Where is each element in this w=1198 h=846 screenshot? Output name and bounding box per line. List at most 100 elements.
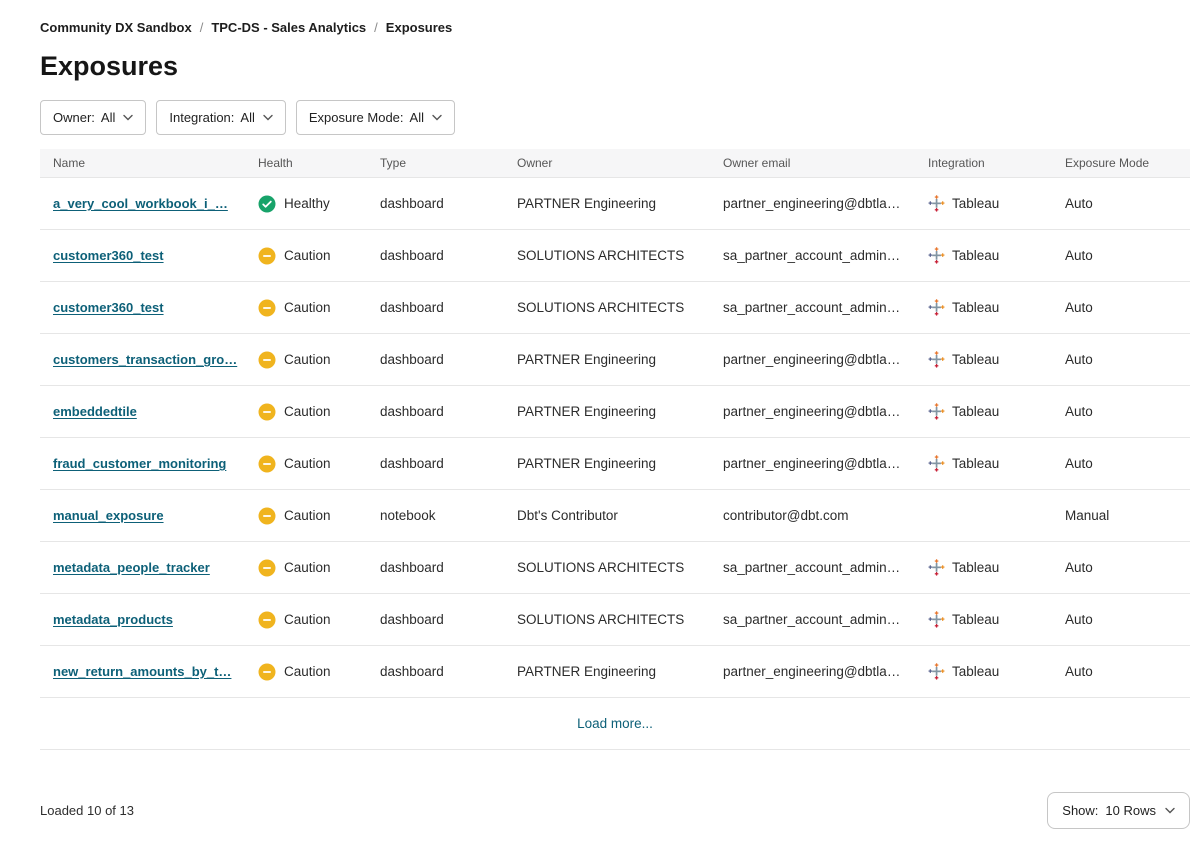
owner-cell: PARTNER Engineering [504, 404, 710, 419]
health-cell: Healthy [245, 195, 367, 213]
name-cell: embeddedtile [40, 404, 245, 419]
type-cell: dashboard [367, 560, 504, 575]
breadcrumb-separator: / [374, 20, 378, 35]
integration-cell: Tableau [915, 455, 1052, 472]
exposure-name-link[interactable]: embeddedtile [53, 404, 137, 419]
name-cell: new_return_amounts_by_t… [40, 664, 245, 679]
filter-value: All [101, 110, 115, 125]
type-cell: dashboard [367, 664, 504, 679]
health-cell: Caution [245, 299, 367, 317]
table-body: a_very_cool_workbook_i_… Healthy dashboa… [40, 178, 1190, 698]
exposure-mode-filter-dropdown[interactable]: Exposure Mode: All [296, 100, 455, 135]
table-row: embeddedtile Caution dashboard PARTNER E… [40, 386, 1190, 438]
exposure-name-link[interactable]: customers_transaction_gro… [53, 352, 237, 367]
name-cell: fraud_customer_monitoring [40, 456, 245, 471]
health-status-icon [258, 507, 276, 525]
owner-email-cell: sa_partner_account_admin… [710, 612, 915, 627]
health-label: Healthy [284, 196, 330, 211]
exposure-mode-cell: Auto [1052, 560, 1190, 575]
exposure-name-link[interactable]: metadata_products [53, 612, 173, 627]
chevron-down-icon [263, 114, 273, 121]
name-cell: customer360_test [40, 248, 245, 263]
health-status-icon [258, 403, 276, 421]
health-cell: Caution [245, 403, 367, 421]
health-cell: Caution [245, 559, 367, 577]
table-header-row: Name Health Type Owner Owner email Integ… [40, 149, 1190, 178]
exposure-name-link[interactable]: manual_exposure [53, 508, 164, 523]
exposures-table: Name Health Type Owner Owner email Integ… [40, 149, 1190, 750]
integration-label: Tableau [952, 352, 999, 367]
exposure-mode-cell: Auto [1052, 456, 1190, 471]
name-cell: a_very_cool_workbook_i_… [40, 196, 245, 211]
table-row: customers_transaction_gro… Caution dashb… [40, 334, 1190, 386]
health-label: Caution [284, 248, 331, 263]
owner-cell: PARTNER Engineering [504, 664, 710, 679]
integration-label: Tableau [952, 664, 999, 679]
exposure-name-link[interactable]: metadata_people_tracker [53, 560, 210, 575]
health-status-icon [258, 559, 276, 577]
table-row: a_very_cool_workbook_i_… Healthy dashboa… [40, 178, 1190, 230]
health-label: Caution [284, 352, 331, 367]
filter-bar: Owner: All Integration: All Exposure Mod… [40, 100, 1190, 135]
exposure-name-link[interactable]: new_return_amounts_by_t… [53, 664, 231, 679]
owner-filter-dropdown[interactable]: Owner: All [40, 100, 146, 135]
chevron-down-icon [432, 114, 442, 121]
tableau-icon [928, 299, 945, 316]
health-status-icon [258, 299, 276, 317]
owner-email-cell: partner_engineering@dbtla… [710, 404, 915, 419]
column-header-owner-email: Owner email [710, 156, 915, 170]
breadcrumb: Community DX Sandbox / TPC-DS - Sales An… [40, 20, 1190, 35]
caution-minus-icon [258, 299, 276, 317]
integration-label: Tableau [952, 196, 999, 211]
integration-label: Tableau [952, 404, 999, 419]
type-cell: dashboard [367, 456, 504, 471]
integration-cell: Tableau [915, 663, 1052, 680]
show-label: Show: [1062, 803, 1098, 818]
owner-cell: SOLUTIONS ARCHITECTS [504, 248, 710, 263]
integration-cell: Tableau [915, 559, 1052, 576]
caution-minus-icon [258, 247, 276, 265]
owner-cell: PARTNER Engineering [504, 196, 710, 211]
tableau-icon [928, 403, 945, 420]
type-cell: dashboard [367, 612, 504, 627]
owner-email-cell: partner_engineering@dbtla… [710, 352, 915, 367]
table-footer: Loaded 10 of 13 Show: 10 Rows [40, 792, 1190, 829]
caution-minus-icon [258, 663, 276, 681]
integration-label: Tableau [952, 300, 999, 315]
exposure-name-link[interactable]: a_very_cool_workbook_i_… [53, 196, 228, 211]
health-label: Caution [284, 560, 331, 575]
health-cell: Caution [245, 247, 367, 265]
filter-value: All [240, 110, 254, 125]
integration-filter-dropdown[interactable]: Integration: All [156, 100, 286, 135]
table-row: fraud_customer_monitoring Caution dashbo… [40, 438, 1190, 490]
exposure-mode-cell: Auto [1052, 248, 1190, 263]
table-row: customer360_test Caution dashboard SOLUT… [40, 282, 1190, 334]
owner-email-cell: partner_engineering@dbtla… [710, 664, 915, 679]
exposure-name-link[interactable]: customer360_test [53, 248, 164, 263]
breadcrumb-item-project[interactable]: Community DX Sandbox [40, 20, 192, 35]
column-header-type: Type [367, 156, 504, 170]
column-header-integration: Integration [915, 156, 1052, 170]
type-cell: dashboard [367, 352, 504, 367]
owner-cell: PARTNER Engineering [504, 352, 710, 367]
exposure-name-link[interactable]: fraud_customer_monitoring [53, 456, 226, 471]
health-label: Caution [284, 508, 331, 523]
load-more-link[interactable]: Load more... [577, 716, 653, 731]
integration-cell: Tableau [915, 299, 1052, 316]
integration-cell: Tableau [915, 195, 1052, 212]
name-cell: metadata_products [40, 612, 245, 627]
exposure-mode-cell: Manual [1052, 508, 1190, 523]
exposure-mode-cell: Auto [1052, 300, 1190, 315]
integration-cell: Tableau [915, 351, 1052, 368]
integration-label: Tableau [952, 456, 999, 471]
filter-value: All [410, 110, 424, 125]
health-label: Caution [284, 612, 331, 627]
health-status-icon [258, 611, 276, 629]
rows-per-page-select[interactable]: Show: 10 Rows [1047, 792, 1190, 829]
breadcrumb-item-environment[interactable]: TPC-DS - Sales Analytics [211, 20, 366, 35]
health-cell: Caution [245, 507, 367, 525]
exposure-name-link[interactable]: customer360_test [53, 300, 164, 315]
owner-cell: PARTNER Engineering [504, 456, 710, 471]
table-row: customer360_test Caution dashboard SOLUT… [40, 230, 1190, 282]
breadcrumb-separator: / [200, 20, 204, 35]
